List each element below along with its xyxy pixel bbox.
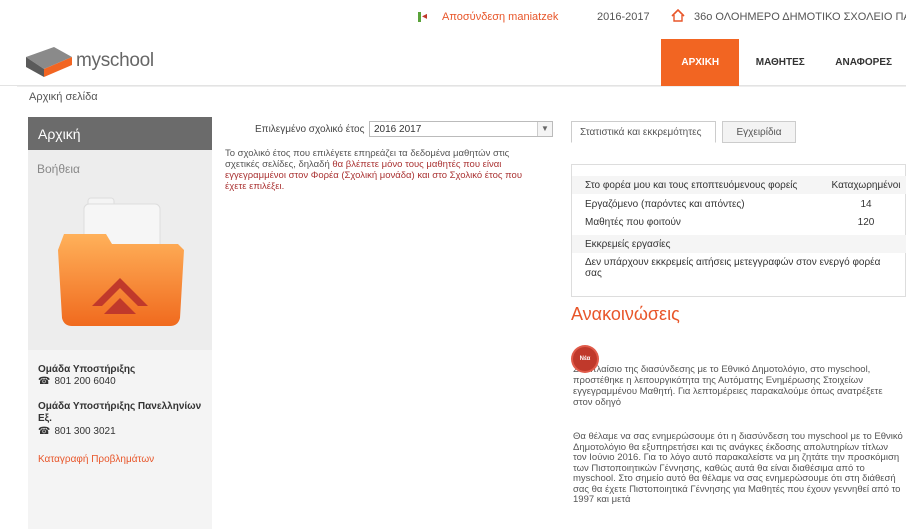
- stats-row-label: Εργαζόμενο (παρόντες και απόντες): [585, 199, 745, 210]
- statistics-box: Στο φορέα μου και τους εποπτευόμενους φο…: [571, 164, 906, 297]
- pending-header-row: Εκκρεμείς εργασίες: [572, 235, 906, 253]
- current-year: 2016-2017: [597, 11, 650, 23]
- panhellenic-phone: ☎ 801 300 3021: [38, 426, 203, 438]
- chevron-down-icon[interactable]: ▼: [537, 122, 552, 136]
- stats-header-row: Στο φορέα μου και τους εποπτευόμενους φο…: [572, 176, 906, 194]
- main-nav: ΑΡΧΙΚΗ ΜΑΘΗΤΕΣ ΑΝΑΦΟΡΕΣ: [661, 39, 906, 86]
- panhellenic-phone-number: 801 300 3021: [54, 426, 116, 437]
- home-icon[interactable]: [671, 9, 685, 22]
- nav-students[interactable]: ΜΑΘΗΤΕΣ: [739, 39, 821, 86]
- pending-note: Δεν υπάρχουν εκκρεμείς αιτήσεις μετεγγρα…: [585, 257, 881, 279]
- nav-home[interactable]: ΑΡΧΙΚΗ: [661, 39, 740, 86]
- school-year-value: 2016 2017: [374, 124, 422, 135]
- logout-area[interactable]: ◂ Αποσύνδεση maniatzek: [418, 11, 558, 23]
- right-panel: Στατιστικά και εκκρεμότητες Εγχειρίδια Σ…: [571, 121, 906, 505]
- stats-row-value: 14: [860, 199, 872, 210]
- folder-home-icon: [58, 197, 184, 326]
- stats-header-value: Καταχωρημένοι: [831, 180, 901, 191]
- logo-mark-icon: [26, 47, 72, 77]
- stats-header-label: Στο φορέα μου και τους εποπτευόμενους φο…: [585, 180, 798, 191]
- stats-row-label: Μαθητές που φοιτούν: [585, 217, 681, 228]
- year-selector-panel: Επιλεγμένο σχολικό έτος 2016 2017 ▼ Το σ…: [225, 119, 557, 192]
- tab-manuals[interactable]: Εγχειρίδια: [722, 121, 796, 143]
- year-label: Επιλεγμένο σχολικό έτος: [255, 123, 365, 135]
- myschool-logo[interactable]: myschool: [24, 43, 154, 79]
- pending-label: Εκκρεμείς εργασίες: [585, 239, 671, 250]
- logout-link[interactable]: Αποσύνδεση maniatzek: [442, 11, 558, 23]
- stats-row-employees: Εργαζόμενο (παρόντες και απόντες) 14: [572, 195, 906, 213]
- support-phone-number: 801 200 6040: [54, 376, 116, 387]
- announcement-item: Θα θέλαμε να σας ενημερώσουμε ότι η διασ…: [573, 431, 903, 505]
- logout-icon[interactable]: ◂: [418, 12, 432, 22]
- announcement-text: Στο πλαίσιο της διασύνδεσης με το Εθνικό…: [573, 364, 883, 408]
- stats-row-students: Μαθητές που φοιτούν 120: [572, 213, 906, 231]
- breadcrumb: Αρχική σελίδα: [29, 91, 98, 103]
- support-panel: Ομάδα Υποστήριξης ☎ 801 200 6040 Ομάδα Υ…: [28, 350, 212, 529]
- phone-icon: ☎: [38, 426, 51, 437]
- panhellenic-group-title: Ομάδα Υποστήριξης Πανελληνίων Εξ.: [38, 401, 202, 424]
- top-bar: ◂ Αποσύνδεση maniatzek 2016-2017 36ο ΟΛΟ…: [0, 0, 906, 34]
- sidebar: Αρχική Βοήθεια Ομάδα Υποστήριξης ☎ 801 2…: [28, 117, 212, 529]
- header: myschool ΑΡΧΙΚΗ ΜΑΘΗΤΕΣ ΑΝΑΦΟΡΕΣ: [0, 34, 906, 86]
- report-problems-link[interactable]: Καταγραφή Προβλημάτων: [38, 454, 212, 465]
- tab-bar: Στατιστικά και εκκρεμότητες Εγχειρίδια: [571, 121, 906, 143]
- school-year-select[interactable]: 2016 2017 ▼: [369, 121, 553, 137]
- announcements-title: Ανακοινώσεις: [571, 304, 680, 324]
- support-phone: ☎ 801 200 6040: [38, 376, 212, 387]
- announcement-item: Νέα Στο πλαίσιο της διασύνδεσης με το Εθ…: [573, 347, 898, 408]
- sidebar-item-help[interactable]: Βοήθεια: [28, 150, 212, 190]
- year-note: Το σχολικό έτος που επιλέγετε επηρεάζει …: [225, 148, 541, 192]
- new-badge-icon: Νέα: [573, 347, 597, 371]
- tab-statistics[interactable]: Στατιστικά και εκκρεμότητες: [571, 121, 716, 143]
- support-group-title: Ομάδα Υποστήριξης: [38, 364, 136, 375]
- divider: [17, 86, 906, 87]
- nav-reports[interactable]: ΑΝΑΦΟΡΕΣ: [821, 39, 906, 86]
- sidebar-title[interactable]: Αρχική: [28, 117, 212, 150]
- logo-text: myschool: [76, 50, 154, 71]
- stats-row-value: 120: [857, 217, 875, 228]
- school-name[interactable]: 36ο ΟΛΟΗΜΕΡΟ ΔΗΜΟΤΙΚΟ ΣΧΟΛΕΙΟ ΠΑΤΡΑ: [694, 11, 906, 23]
- phone-icon: ☎: [38, 376, 51, 387]
